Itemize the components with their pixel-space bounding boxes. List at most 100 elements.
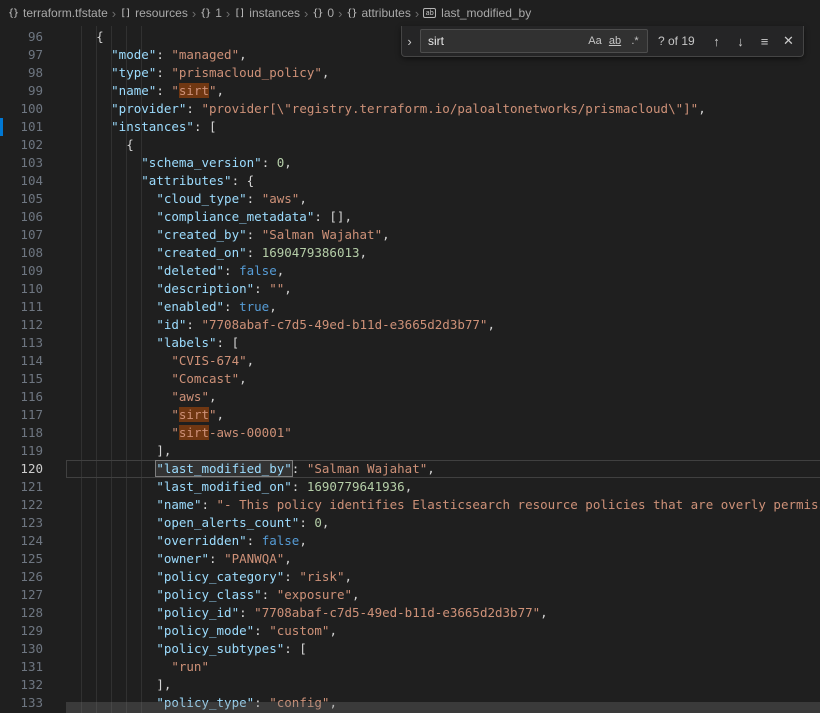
line-number[interactable]: 119 — [0, 442, 66, 460]
line-number[interactable]: 98 — [0, 64, 66, 82]
line-number[interactable]: 106 — [0, 208, 66, 226]
toggle-replace-button[interactable]: › — [402, 26, 417, 56]
find-in-selection-button[interactable]: ≡ — [754, 31, 775, 52]
breadcrumb-separator: › — [226, 6, 230, 21]
line-number[interactable]: 104 — [0, 172, 66, 190]
code-line-129[interactable]: 129 "policy_mode": "custom", — [0, 622, 820, 640]
line-number[interactable]: 124 — [0, 532, 66, 550]
code-line-128[interactable]: 128 "policy_id": "7708abaf-c7d5-49ed-b11… — [0, 604, 820, 622]
line-number[interactable]: 115 — [0, 370, 66, 388]
line-number[interactable]: 125 — [0, 550, 66, 568]
line-number[interactable]: 112 — [0, 316, 66, 334]
code-line-116[interactable]: 116 "aws", — [0, 388, 820, 406]
punctuation: , — [277, 263, 285, 278]
code-line-111[interactable]: 111 "enabled": true, — [0, 298, 820, 316]
line-number[interactable]: 122 — [0, 496, 66, 514]
code-line-112[interactable]: 112 "id": "7708abaf-c7d5-49ed-b11d-e3665… — [0, 316, 820, 334]
breadcrumb-item-0[interactable]: {}0 — [312, 6, 334, 20]
line-number[interactable]: 127 — [0, 586, 66, 604]
code-line-113[interactable]: 113 "labels": [ — [0, 334, 820, 352]
line-number[interactable]: 100 — [0, 100, 66, 118]
code-line-121[interactable]: 121 "last_modified_on": 1690779641936, — [0, 478, 820, 496]
code-line-102[interactable]: 102 { — [0, 136, 820, 154]
breadcrumb-item-last_modified_by[interactable]: ablast_modified_by — [423, 6, 531, 20]
line-number[interactable]: 97 — [0, 46, 66, 64]
line-number[interactable]: 101 — [0, 118, 66, 136]
line-number[interactable]: 129 — [0, 622, 66, 640]
breadcrumb-item-resources[interactable]: []resources — [120, 6, 188, 20]
line-number[interactable]: 105 — [0, 190, 66, 208]
line-number[interactable]: 126 — [0, 568, 66, 586]
code-line-122[interactable]: 122 "name": "- This policy identifies El… — [0, 496, 820, 514]
code-line-127[interactable]: 127 "policy_class": "exposure", — [0, 586, 820, 604]
breadcrumb-item-1[interactable]: {}1 — [200, 6, 222, 20]
code-line-115[interactable]: 115 "Comcast", — [0, 370, 820, 388]
line-number[interactable]: 120 — [0, 460, 66, 478]
line-number[interactable]: 131 — [0, 658, 66, 676]
code-line-99[interactable]: 99 "name": "sirt", — [0, 82, 820, 100]
code-line-118[interactable]: 118 "sirt-aws-00001" — [0, 424, 820, 442]
code-line-123[interactable]: 123 "open_alerts_count": 0, — [0, 514, 820, 532]
line-content: "sirt-aws-00001" — [66, 424, 820, 442]
whole-word-button[interactable]: ab — [605, 31, 625, 51]
punctuation: , — [405, 479, 413, 494]
punctuation: , — [322, 515, 330, 530]
line-number[interactable]: 107 — [0, 226, 66, 244]
line-number[interactable]: 133 — [0, 694, 66, 712]
code-line-119[interactable]: 119 ], — [0, 442, 820, 460]
code-line-101[interactable]: 101 "instances": [ — [0, 118, 820, 136]
line-content: "instances": [ — [66, 118, 820, 136]
code-line-117[interactable]: 117 "sirt", — [0, 406, 820, 424]
next-match-button[interactable]: ↓ — [730, 31, 751, 52]
code-line-130[interactable]: 130 "policy_subtypes": [ — [0, 640, 820, 658]
line-number[interactable]: 96 — [0, 28, 66, 46]
code-line-125[interactable]: 125 "owner": "PANWQA", — [0, 550, 820, 568]
line-number[interactable]: 114 — [0, 352, 66, 370]
line-number[interactable]: 116 — [0, 388, 66, 406]
code-line-100[interactable]: 100 "provider": "provider[\"registry.ter… — [0, 100, 820, 118]
code-line-114[interactable]: 114 "CVIS-674", — [0, 352, 820, 370]
line-content: "created_by": "Salman Wajahat", — [66, 226, 820, 244]
line-number[interactable]: 130 — [0, 640, 66, 658]
line-number[interactable]: 103 — [0, 154, 66, 172]
breadcrumb-item-attributes[interactable]: {}attributes — [346, 6, 410, 20]
line-number[interactable]: 108 — [0, 244, 66, 262]
horizontal-scrollbar[interactable] — [66, 702, 820, 713]
breadcrumb-item-instances[interactable]: []instances — [234, 6, 300, 20]
code-line-107[interactable]: 107 "created_by": "Salman Wajahat", — [0, 226, 820, 244]
punctuation: { — [96, 29, 104, 44]
line-number[interactable]: 121 — [0, 478, 66, 496]
code-line-104[interactable]: 104 "attributes": { — [0, 172, 820, 190]
json-string: " — [171, 425, 179, 440]
code-line-132[interactable]: 132 ], — [0, 676, 820, 694]
code-line-108[interactable]: 108 "created_on": 1690479386013, — [0, 244, 820, 262]
line-number[interactable]: 99 — [0, 82, 66, 100]
code-line-120[interactable]: 120 "last_modified_by": "Salman Wajahat"… — [0, 460, 820, 478]
line-number[interactable]: 102 — [0, 136, 66, 154]
line-number[interactable]: 109 — [0, 262, 66, 280]
code-line-126[interactable]: 126 "policy_category": "risk", — [0, 568, 820, 586]
regex-button[interactable]: .* — [625, 31, 645, 51]
code-line-103[interactable]: 103 "schema_version": 0, — [0, 154, 820, 172]
code-line-98[interactable]: 98 "type": "prismacloud_policy", — [0, 64, 820, 82]
code-line-124[interactable]: 124 "overridden": false, — [0, 532, 820, 550]
find-input[interactable]: sirt Aa ab .* — [420, 29, 648, 53]
match-case-button[interactable]: Aa — [585, 31, 605, 51]
previous-match-button[interactable]: ↑ — [706, 31, 727, 52]
line-number[interactable]: 118 — [0, 424, 66, 442]
code-line-110[interactable]: 110 "description": "", — [0, 280, 820, 298]
line-number[interactable]: 123 — [0, 514, 66, 532]
code-line-105[interactable]: 105 "cloud_type": "aws", — [0, 190, 820, 208]
code-line-131[interactable]: 131 "run" — [0, 658, 820, 676]
line-number[interactable]: 111 — [0, 298, 66, 316]
code-line-109[interactable]: 109 "deleted": false, — [0, 262, 820, 280]
line-number[interactable]: 117 — [0, 406, 66, 424]
line-number[interactable]: 128 — [0, 604, 66, 622]
close-find-button[interactable]: ✕ — [778, 31, 799, 52]
code-line-106[interactable]: 106 "compliance_metadata": [], — [0, 208, 820, 226]
line-number[interactable]: 113 — [0, 334, 66, 352]
line-content: "last_modified_by": "Salman Wajahat", — [66, 460, 820, 478]
line-number[interactable]: 132 — [0, 676, 66, 694]
line-number[interactable]: 110 — [0, 280, 66, 298]
breadcrumb-item-terraform.tfstate[interactable]: {}terraform.tfstate — [8, 6, 108, 20]
